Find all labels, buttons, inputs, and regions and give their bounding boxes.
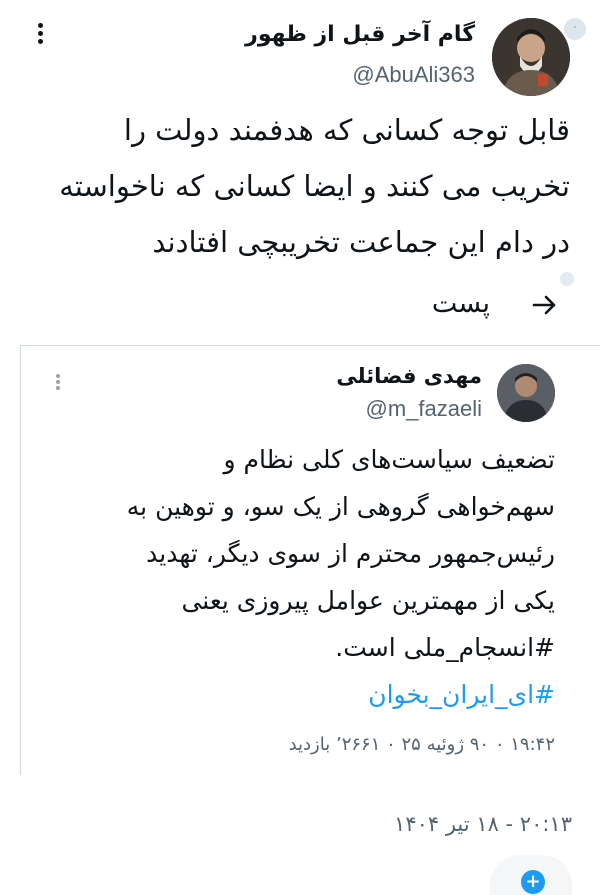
author-handle[interactable]: @AbuAli363 — [352, 62, 475, 88]
quote-text-line: #انسجام_ملی است. — [335, 633, 555, 662]
quote-meta: ۱۹:۴۲ ۰ ۹۰ ژوئیه ۲۵ ۰ ۲۶۶۱’ بازدید — [288, 734, 555, 755]
tweet-text-line: قابل توجه کسانی که هدفمند دولت را — [123, 113, 570, 147]
tweet-timestamp: ۲۰:۱۳ - ۱۸ تیر ۱۴۰۴ — [394, 812, 572, 836]
hashtag-link[interactable]: #ای_ایران_بخوان — [55, 671, 555, 718]
quote-author-avatar[interactable] — [497, 364, 555, 422]
quote-author-handle[interactable]: @m_fazaeli — [366, 396, 483, 422]
more-options-icon[interactable] — [51, 372, 65, 396]
quote-author-name[interactable]: مهدی فضائلی — [336, 364, 482, 388]
arrow-right-icon[interactable] — [530, 290, 560, 320]
tweet-header: گام آخر قبل از ظهور @AbuAli363 · — [0, 16, 600, 106]
tab-post[interactable]: پست — [432, 288, 490, 319]
quote-text: تضعیف سیاست‌های کلی نظام و سهم‌خواهی گرو… — [55, 436, 555, 718]
more-options-icon[interactable] — [30, 20, 50, 50]
tweet-text-line: در دام این جماعت تخریبچی افتادند — [152, 225, 570, 259]
decorative-dot-icon — [560, 272, 574, 286]
quote-text-line: رئیس‌جمهور محترم از سوی دیگر، تهدید — [146, 539, 555, 568]
badge-icon: · — [564, 18, 586, 40]
quote-text-line: سهم‌خواهی گروهی از یک سو، و توهین به — [126, 492, 555, 521]
plus-icon[interactable]: + — [521, 870, 545, 894]
quoted-tweet[interactable]: مهدی فضائلی @m_fazaeli تضعیف سیاست‌های ک… — [20, 345, 600, 775]
tweet-text-line: تخریب می کنند و ایضا کسانی که ناخواسته — [59, 169, 570, 203]
author-name[interactable]: گام آخر قبل از ظهور — [245, 22, 475, 47]
author-avatar[interactable] — [492, 18, 570, 96]
quote-text-line: تضعیف سیاست‌های کلی نظام و — [223, 445, 555, 474]
quote-text-line: یکی از مهمترین عوامل پیروزی یعنی — [181, 586, 555, 615]
tweet-text: قابل توجه کسانی که هدفمند دولت را تخریب … — [25, 102, 570, 270]
